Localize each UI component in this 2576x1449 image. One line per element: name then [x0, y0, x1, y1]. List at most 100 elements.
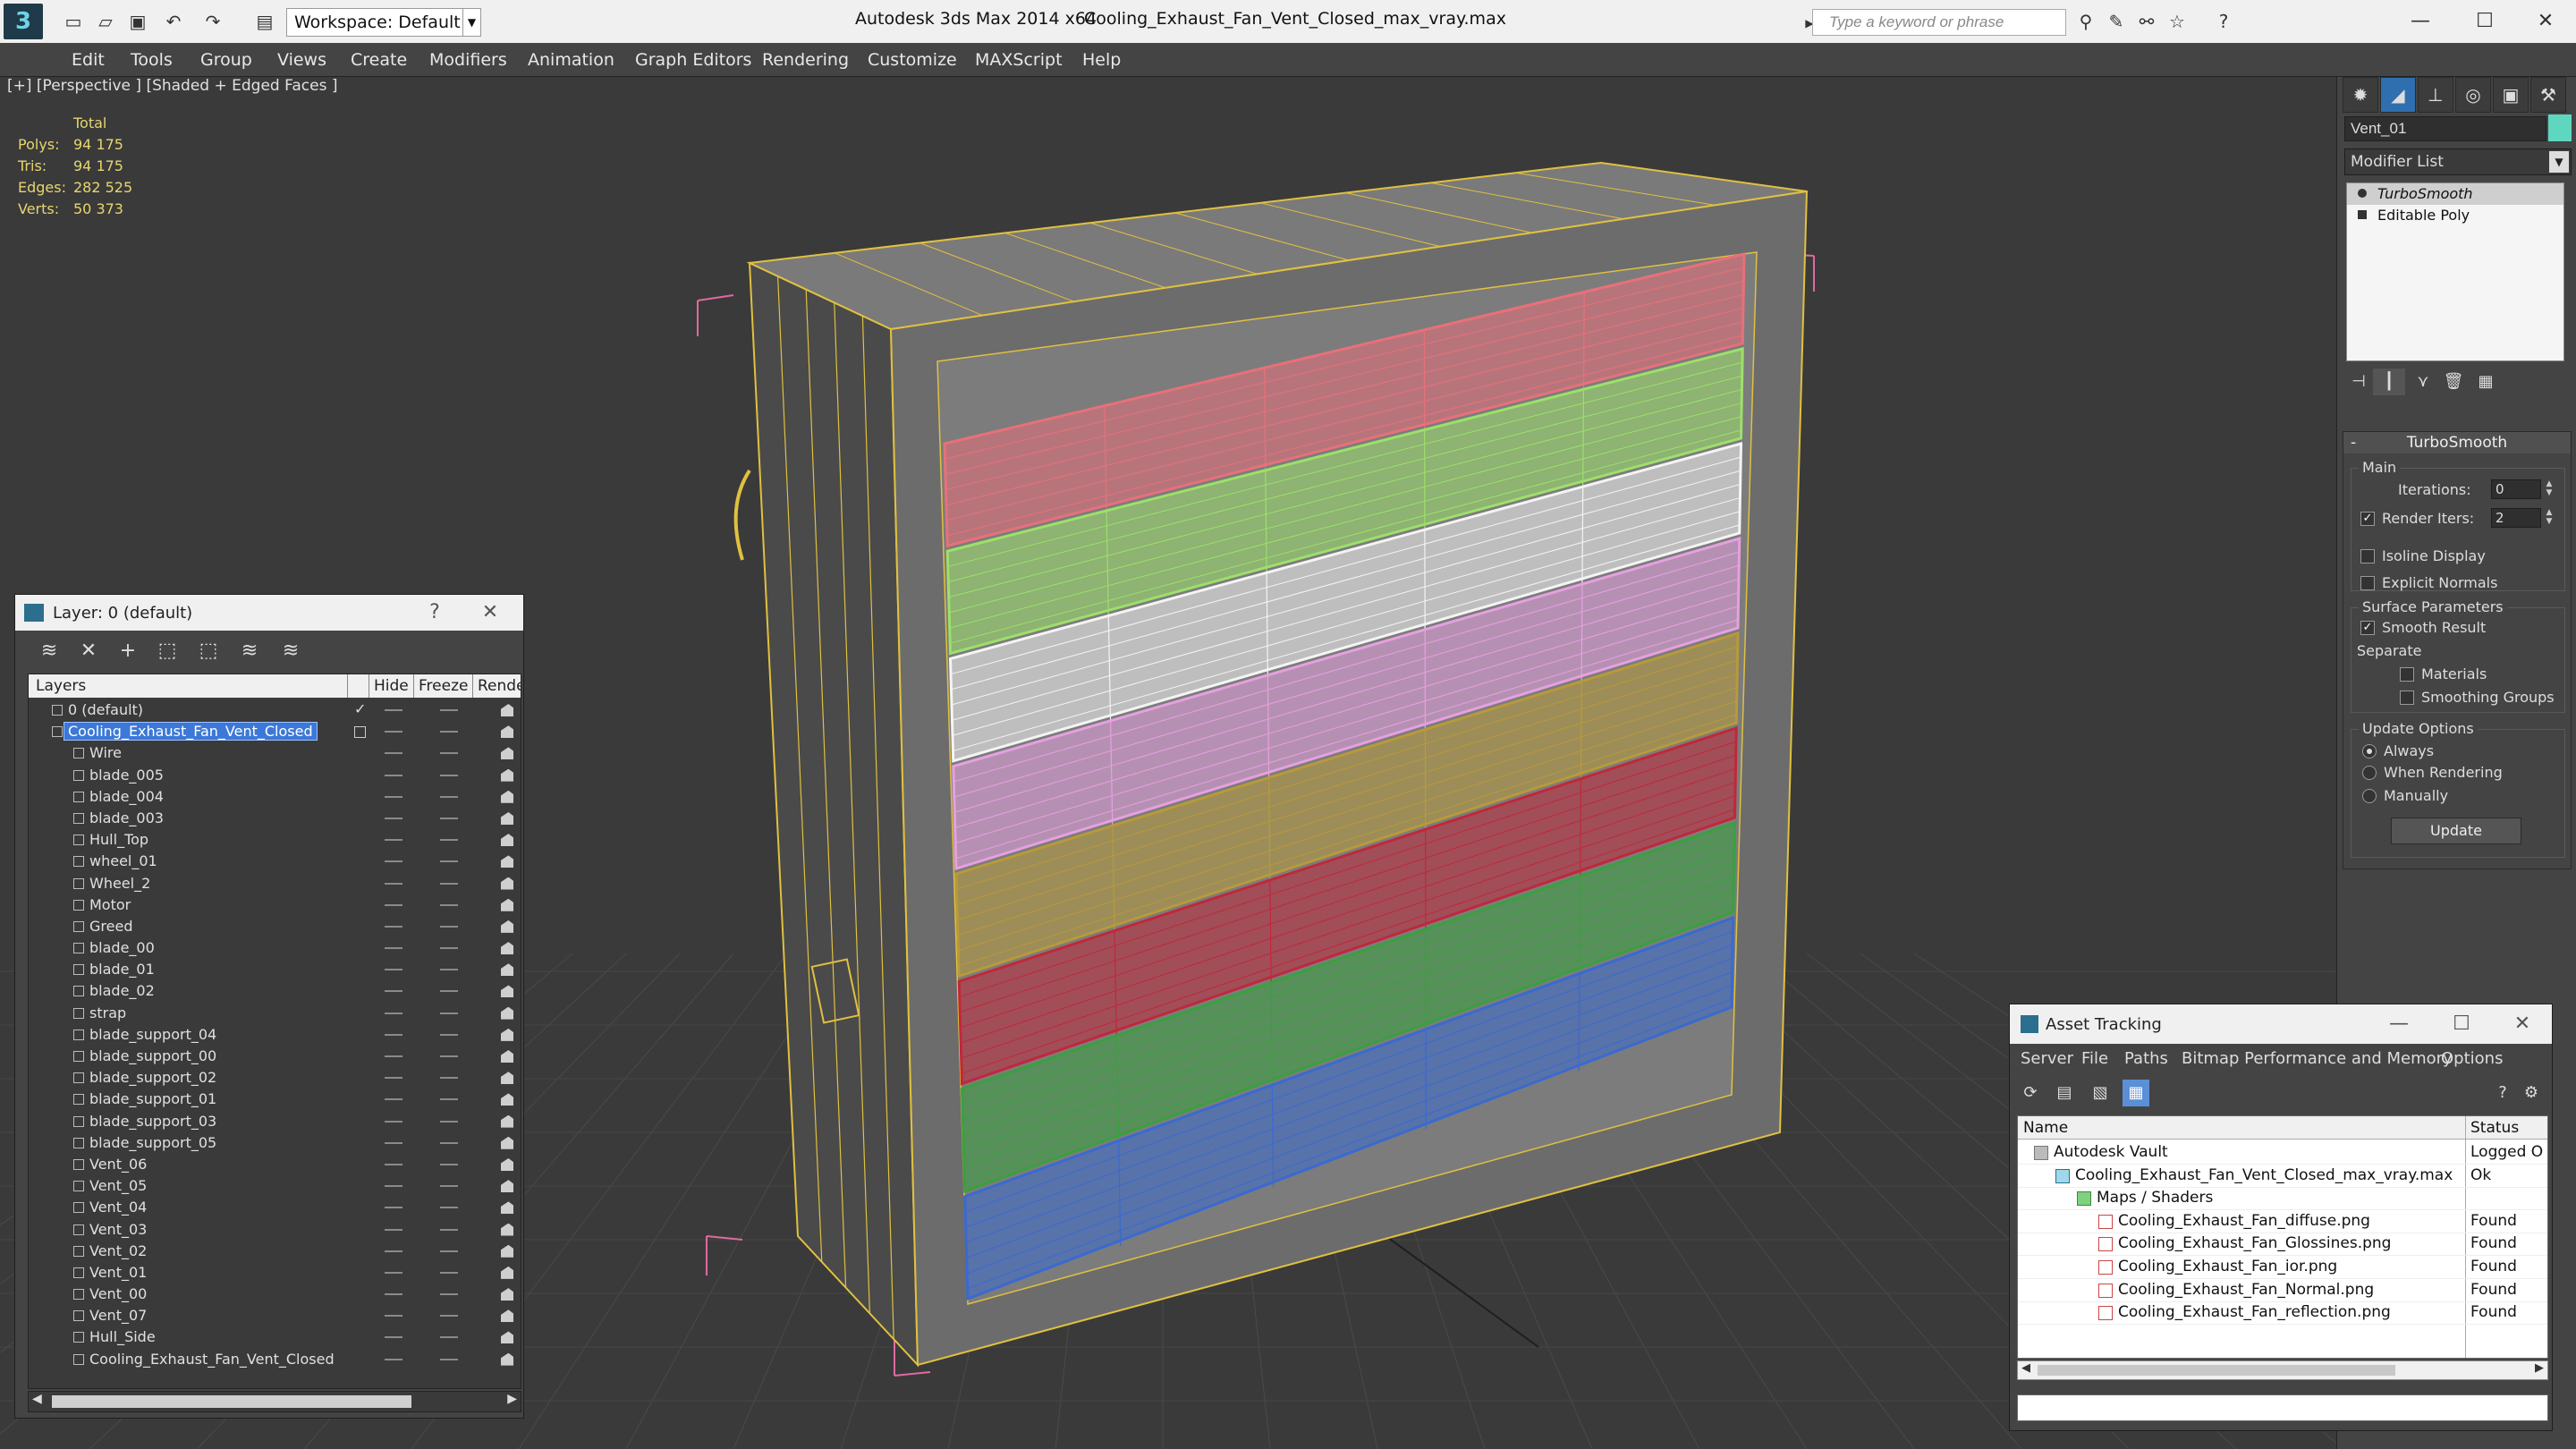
- asset-row[interactable]: Autodesk Vault Logged O: [2018, 1141, 2547, 1165]
- hide-toggle[interactable]: [385, 860, 402, 863]
- freeze-toggle[interactable]: [440, 1250, 458, 1252]
- teapot-render-icon[interactable]: [501, 942, 513, 955]
- isoline-display-checkbox[interactable]: [2360, 549, 2375, 564]
- hide-toggle[interactable]: [385, 774, 402, 776]
- freeze-toggle[interactable]: [440, 1358, 458, 1360]
- spinner-arrows-icon[interactable]: ▲ ▼: [2543, 508, 2555, 528]
- iterations-spinner[interactable]: 0: [2491, 479, 2541, 499]
- thumbnail-view-icon[interactable]: ▧: [2087, 1080, 2114, 1106]
- asset-row[interactable]: Cooling_Exhaust_Fan_ior.png Found: [2018, 1256, 2547, 1279]
- hide-toggle[interactable]: [385, 990, 402, 993]
- hide-toggle[interactable]: [385, 947, 402, 950]
- column-freeze[interactable]: Freeze: [419, 677, 468, 695]
- new-layer-icon[interactable]: ≋: [33, 636, 65, 666]
- layer-row[interactable]: Vent_07: [29, 1305, 521, 1326]
- settings-icon[interactable]: ⚙: [2518, 1080, 2545, 1106]
- teapot-render-icon[interactable]: [501, 1136, 513, 1149]
- hide-toggle[interactable]: [385, 1358, 402, 1360]
- hide-all-layers-icon[interactable]: ≋: [233, 636, 266, 666]
- teapot-render-icon[interactable]: [501, 985, 513, 998]
- create-tab-icon[interactable]: ✹: [2343, 77, 2378, 113]
- freeze-toggle[interactable]: [440, 1098, 458, 1101]
- layer-row[interactable]: blade_00: [29, 937, 521, 959]
- asset-row[interactable]: Cooling_Exhaust_Fan_Normal.png Found: [2018, 1279, 2547, 1302]
- menu-options[interactable]: Options: [2441, 1049, 2503, 1068]
- column-status[interactable]: Status: [2470, 1119, 2519, 1137]
- rollout-header[interactable]: - TurboSmooth: [2343, 432, 2571, 453]
- chevron-down-icon[interactable]: ▼: [462, 9, 480, 36]
- materials-checkbox[interactable]: [2400, 667, 2414, 682]
- freeze-toggle[interactable]: [440, 925, 458, 928]
- scrollbar-thumb[interactable]: [52, 1395, 411, 1408]
- hide-toggle[interactable]: [385, 1271, 402, 1274]
- make-unique-icon[interactable]: ⋎: [2407, 369, 2439, 395]
- menu-help[interactable]: Help: [1082, 50, 1121, 70]
- smoothing-groups-checkbox[interactable]: [2400, 691, 2414, 705]
- layer-row[interactable]: Vent_02: [29, 1241, 521, 1262]
- menu-group[interactable]: Group: [200, 50, 252, 70]
- minimize-dialog-button[interactable]: —: [2385, 1012, 2412, 1037]
- teapot-render-icon[interactable]: [501, 1072, 513, 1085]
- teapot-render-icon[interactable]: [501, 1266, 513, 1279]
- teapot-render-icon[interactable]: [501, 1114, 513, 1128]
- asset-list-scrollbar[interactable]: ◀ ▶: [2017, 1360, 2548, 1380]
- search-input[interactable]: [1812, 9, 2066, 36]
- layer-list[interactable]: Layers Hide Freeze Rende 0 (default) ✓ Coo…: [28, 674, 521, 1389]
- freeze-toggle[interactable]: [440, 1271, 458, 1274]
- maximize-button[interactable]: ☐: [2458, 4, 2512, 39]
- freeze-toggle[interactable]: [440, 1163, 458, 1165]
- select-in-layer-icon[interactable]: ⬚: [151, 636, 183, 666]
- hide-toggle[interactable]: [385, 882, 402, 885]
- hide-toggle[interactable]: [385, 1293, 402, 1296]
- menu-views[interactable]: Views: [277, 50, 326, 70]
- menu-customize[interactable]: Customize: [868, 50, 957, 70]
- chevron-down-icon[interactable]: ▼: [2549, 151, 2569, 173]
- stack-item-editable-poly[interactable]: Editable Poly: [2347, 205, 2563, 226]
- teapot-render-icon[interactable]: [501, 1352, 513, 1366]
- freeze-toggle[interactable]: [440, 774, 458, 776]
- layer-row[interactable]: Vent_04: [29, 1197, 521, 1218]
- hide-toggle[interactable]: [385, 1228, 402, 1231]
- asset-list[interactable]: Name Status Autodesk Vault Logged O Coolin…: [2017, 1115, 2548, 1359]
- teapot-render-icon[interactable]: [501, 834, 513, 847]
- hide-toggle[interactable]: [385, 1336, 402, 1339]
- layer-row[interactable]: strap: [29, 1003, 521, 1024]
- layer-list-scrollbar[interactable]: ◀ ▶: [28, 1391, 521, 1412]
- layer-row[interactable]: Wheel_2: [29, 873, 521, 894]
- menu-rendering[interactable]: Rendering: [762, 50, 849, 70]
- layer-row[interactable]: blade_support_00: [29, 1046, 521, 1067]
- hierarchy-tab-icon[interactable]: ⊥: [2418, 77, 2453, 113]
- hide-toggle[interactable]: [385, 1098, 402, 1101]
- list-view-icon[interactable]: ▤: [2051, 1080, 2078, 1106]
- layer-row[interactable]: Hull_Side: [29, 1326, 521, 1348]
- remove-modifier-icon[interactable]: 🗑: [2437, 369, 2470, 395]
- freeze-toggle[interactable]: [440, 882, 458, 885]
- menu-animation[interactable]: Animation: [528, 50, 614, 70]
- layer-row[interactable]: blade_support_03: [29, 1111, 521, 1132]
- freeze-toggle[interactable]: [440, 1293, 458, 1296]
- teapot-render-icon[interactable]: [501, 963, 513, 977]
- layer-row[interactable]: Vent_05: [29, 1175, 521, 1197]
- layer-row[interactable]: blade_02: [29, 980, 521, 1002]
- stack-item-turbosmooth[interactable]: TurboSmooth: [2347, 183, 2563, 205]
- asset-row[interactable]: Cooling_Exhaust_Fan_Glossines.png Found: [2018, 1233, 2547, 1257]
- teapot-render-icon[interactable]: [501, 919, 513, 933]
- teapot-render-icon[interactable]: [501, 855, 513, 869]
- configure-modifier-sets-icon[interactable]: ▦: [2470, 369, 2502, 395]
- menu-modifiers[interactable]: Modifiers: [429, 50, 507, 70]
- layer-row[interactable]: Vent_01: [29, 1262, 521, 1284]
- hide-toggle[interactable]: [385, 795, 402, 798]
- menu-paths[interactable]: Paths: [2124, 1049, 2168, 1068]
- layer-row[interactable]: blade_01: [29, 959, 521, 980]
- layer-row[interactable]: Motor: [29, 894, 521, 916]
- asset-path-field[interactable]: [2017, 1394, 2548, 1421]
- freeze-toggle[interactable]: [440, 903, 458, 906]
- menu-maxscript[interactable]: MAXScript: [975, 50, 1063, 70]
- menu-tools[interactable]: Tools: [131, 50, 173, 70]
- hide-toggle[interactable]: [385, 1077, 402, 1080]
- teapot-render-icon[interactable]: [501, 877, 513, 890]
- hide-toggle[interactable]: [385, 1033, 402, 1036]
- hide-toggle[interactable]: [385, 1012, 402, 1014]
- favorites-star-icon[interactable]: ☆: [2165, 9, 2190, 34]
- column-render[interactable]: Rende: [478, 677, 521, 695]
